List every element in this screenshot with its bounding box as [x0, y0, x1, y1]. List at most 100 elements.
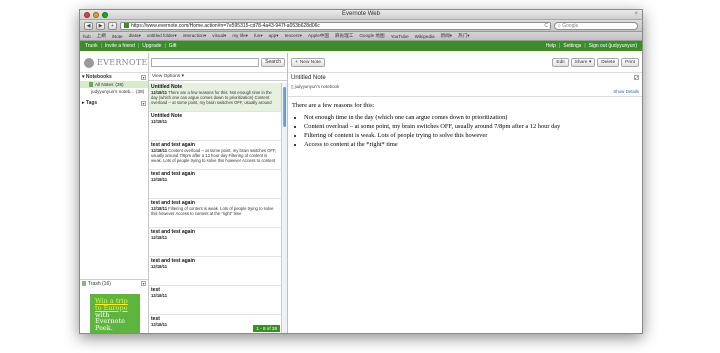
bookmark-item[interactable]: Apple中国	[308, 33, 329, 39]
top-nav-link[interactable]: Sign out (judyyunyun)	[589, 43, 637, 49]
note-list-item[interactable]: Untitled Note 12/18/11	[149, 112, 281, 141]
chevron-down-icon: ▾	[588, 60, 592, 65]
note-search-input[interactable]	[151, 58, 260, 67]
note-list-date: 12/18/11	[151, 119, 168, 124]
share-label: Share	[574, 60, 588, 65]
top-nav-link[interactable]: Invite a friend	[105, 43, 135, 49]
google-search-input[interactable]: ⌕ Google	[554, 21, 638, 30]
note-list-panel: Search View Options ▾ Untitled Note 12/18…	[149, 53, 288, 333]
note-body[interactable]: There are a few reasons for this: Not en…	[288, 97, 642, 155]
note-list-item[interactable]: test and test again 12/18/11	[149, 257, 281, 286]
notebook-icon	[89, 82, 93, 87]
nav-separator: |	[164, 43, 166, 49]
top-nav-link[interactable]: Upgrade	[142, 43, 161, 49]
note-bullet: Access to content at the *right* time	[304, 141, 638, 148]
note-list-scrollbar[interactable]	[281, 83, 287, 333]
logo-wordmark: EVERNOTE	[97, 58, 148, 67]
promo-banner[interactable]: Win a trip to Europe with Evernote Peek.	[90, 294, 140, 333]
note-list-snippet: 12/18/11	[151, 264, 279, 269]
notebooks-header[interactable]: ▾ Notebooks ▾	[80, 73, 148, 81]
new-note-button[interactable]: + New Note	[291, 58, 325, 67]
tags-menu-icon[interactable]: ▾	[141, 100, 146, 106]
sidebar-item-all-notes[interactable]: All Notes (38)	[80, 81, 148, 88]
note-list-date: 12/18/11	[151, 322, 168, 327]
scrollbar-thumb[interactable]	[283, 87, 286, 127]
note-list-item[interactable]: test and test again 12/18/11 Filtering of…	[149, 199, 281, 228]
note-list-date: 12/18/11	[151, 264, 168, 269]
bookmark-item[interactable]: dlata▾	[129, 33, 141, 39]
bookmark-item[interactable]: 热门▾	[458, 33, 470, 39]
evernote-favicon-icon	[124, 22, 129, 28]
note-list-item[interactable]: test 12/18/11	[149, 286, 281, 315]
bookmark-item[interactable]: YouTube	[391, 34, 409, 39]
bookmark-item[interactable]: 上網	[97, 33, 106, 39]
delete-button[interactable]: Delete	[597, 58, 620, 67]
note-header: Untitled Note ▯ judyyunyun's notebook ⤢ …	[288, 73, 642, 97]
bookmark-item[interactable]: iNote	[112, 34, 123, 39]
top-nav-link[interactable]: Help	[546, 43, 556, 49]
tags-label: Tags	[85, 100, 98, 106]
note-list-preview: Content overload -- at some point, my br…	[151, 148, 277, 164]
sidebar-item-notebook[interactable]: judyyunyun's noteb... (38)	[80, 88, 148, 95]
forward-button[interactable]: ▶	[96, 21, 105, 30]
bookmark-item[interactable]: fun▾	[254, 33, 263, 39]
trash-row[interactable]: Trash (16) ▾	[80, 279, 148, 287]
bookmark-item[interactable]: my life▾	[232, 33, 248, 39]
trash-icon	[82, 280, 86, 286]
note-search-row: Search	[149, 53, 287, 73]
note-list-snippet: 12/18/11	[151, 293, 279, 298]
reload-icon[interactable]: C	[544, 23, 548, 29]
top-nav-link[interactable]: Trunk	[85, 43, 98, 49]
tags-header[interactable]: ▸ Tags ▾	[80, 99, 148, 107]
bookmark-item[interactable]: 麻省理工	[335, 33, 353, 39]
new-note-label: New Note	[299, 60, 321, 65]
share-button[interactable]: Share ▾	[570, 58, 596, 67]
window-title: Evernote Web	[342, 11, 380, 17]
note-bullet-list: Not enough time in the day (which one ca…	[292, 114, 638, 148]
evernote-app: EVERNOTE ▾ Notebooks ▾ All Notes (38) ju…	[80, 53, 642, 333]
bookmark-item[interactable]: hub	[83, 34, 91, 39]
note-list-snippet: 12/18/11 There are a few reasons for thi…	[151, 90, 279, 106]
sidebar-item-count: (38)	[136, 89, 145, 94]
note-bullet: Content overload – at some point, my bra…	[304, 123, 638, 130]
add-bookmark-button[interactable]: +	[108, 21, 117, 30]
edit-button[interactable]: Edit	[552, 58, 569, 67]
bookmark-item[interactable]: 新闻▾	[441, 33, 453, 39]
top-nav-link[interactable]: Settings	[563, 43, 581, 49]
bookmark-item[interactable]: interaction▾	[183, 33, 207, 39]
note-list-item[interactable]: test and test again 12/18/11	[149, 228, 281, 257]
bookmark-item[interactable]: untitled folder▾	[147, 33, 177, 39]
note-notebook[interactable]: ▯ judyyunyun's notebook	[291, 84, 639, 90]
note-list-item[interactable]: Untitled Note 12/18/11 There are a few re…	[149, 83, 281, 112]
close-icon[interactable]: ×	[634, 11, 638, 17]
pin-icon[interactable]: ⤢	[634, 75, 639, 80]
note-list-date: 12/18/11	[151, 293, 168, 298]
trash-label: Trash	[88, 280, 101, 287]
top-nav-link[interactable]: Gift	[169, 43, 177, 49]
trash-count: (16)	[102, 280, 111, 287]
trash-menu-icon[interactable]: ▾	[141, 281, 146, 286]
evernote-logo[interactable]: EVERNOTE	[80, 53, 148, 73]
notebooks-label: Notebooks	[85, 74, 112, 80]
view-options-dropdown[interactable]: View Options ▾	[149, 73, 287, 81]
bookmark-item[interactable]: Google 地图	[359, 33, 384, 39]
bookmark-item[interactable]: app▾	[269, 33, 279, 39]
note-toolbar: + New Note Edit Share ▾ Delete Print	[288, 53, 642, 73]
note-title[interactable]: Untitled Note	[291, 75, 639, 81]
bookmark-item[interactable]: Wikipedia	[415, 34, 435, 39]
note-list-item[interactable]: test and test again 12/18/11	[149, 170, 281, 199]
print-button[interactable]: Print	[621, 58, 639, 67]
nav-separator: |	[584, 43, 586, 49]
notebooks-menu-icon[interactable]: ▾	[141, 74, 146, 80]
bookmark-item[interactable]: tencent▾	[285, 33, 302, 39]
note-list-item[interactable]: test and test again 12/18/11 Content over…	[149, 141, 281, 170]
sidebar: EVERNOTE ▾ Notebooks ▾ All Notes (38) ju…	[80, 53, 149, 333]
url-text: https://www.evernote.com/Home.action#n=7…	[131, 22, 320, 29]
note-list-date: 12/18/11	[151, 235, 168, 240]
back-button[interactable]: ◀	[84, 21, 93, 30]
bookmark-item[interactable]: visual▾	[212, 33, 226, 39]
search-button[interactable]: Search	[261, 58, 285, 67]
show-details-link[interactable]: Show Details	[613, 89, 639, 94]
note-list-snippet: 12/18/11	[151, 235, 279, 240]
address-bar[interactable]: https://www.evernote.com/Home.action#n=7…	[120, 21, 551, 30]
